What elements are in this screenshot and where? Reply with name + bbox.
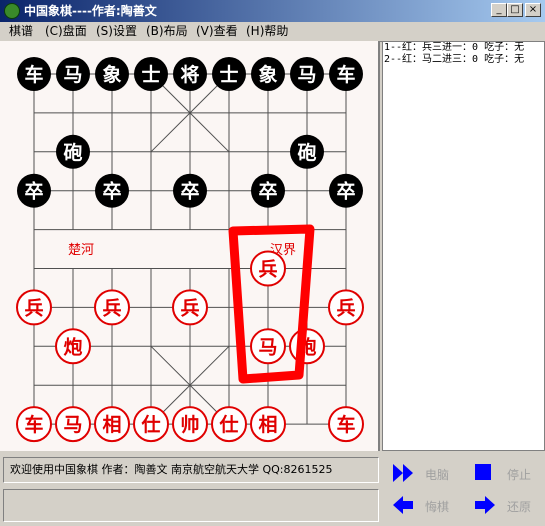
black-piece[interactable]: 车	[329, 57, 363, 91]
black-piece[interactable]: 象	[95, 57, 129, 91]
piece-label: 相	[258, 414, 277, 436]
black-piece[interactable]: 将	[173, 57, 207, 91]
piece-label: 仕	[140, 413, 160, 436]
red-piece[interactable]: 马	[250, 328, 286, 365]
status-message: 欢迎使用中国象棋 作者：陶善文 南京航空航天大学 QQ:8261525	[3, 457, 379, 483]
menu-qipu[interactable]: 棋谱	[9, 24, 33, 39]
river-label-chu: 楚河	[68, 242, 94, 257]
black-piece[interactable]: 卒	[95, 173, 129, 208]
move-entry[interactable]: 2--红：马二进三：0 吃子：无	[383, 54, 544, 66]
red-piece[interactable]: 兵	[328, 289, 364, 326]
stop-icon	[475, 464, 491, 480]
red-piece[interactable]: 兵	[16, 289, 52, 326]
piece-label: 马	[63, 414, 82, 436]
undo-button[interactable]: 悔棋	[391, 494, 461, 516]
move-list[interactable]: 1--红：兵三进一：0 吃子：无 2--红：马二进三：0 吃子：无	[382, 41, 545, 451]
piece-label: 兵	[102, 297, 121, 319]
black-piece[interactable]: 车	[17, 57, 51, 91]
piece-label: 兵	[336, 297, 355, 319]
red-piece[interactable]: 兵	[94, 289, 130, 326]
piece-label: 象	[258, 63, 277, 86]
red-piece[interactable]: 车	[328, 406, 364, 443]
arrow-left-icon	[393, 496, 413, 514]
title-bar: 中国象棋----作者:陶善文 _ □ ×	[0, 0, 545, 22]
piece-label: 卒	[336, 180, 355, 203]
menu-bar: 棋谱 (C)盘面 (S)设置 (B)布局 (V)查看 (H)帮助	[0, 22, 545, 42]
red-piece[interactable]: 炮	[55, 328, 91, 365]
stop-button[interactable]: 停止	[473, 462, 539, 484]
piece-label: 将	[180, 63, 199, 86]
black-piece[interactable]: 马	[56, 57, 90, 91]
black-piece[interactable]: 砲	[56, 134, 90, 169]
piece-label: 兵	[180, 297, 199, 319]
menu-board[interactable]: (C)盘面	[45, 24, 87, 39]
piece-label: 车	[336, 63, 355, 86]
red-piece[interactable]: 兵	[172, 289, 208, 326]
piece-label: 马	[258, 336, 277, 358]
piece-label: 仕	[218, 413, 238, 436]
piece-label: 象	[102, 63, 121, 86]
red-piece[interactable]: 相	[250, 406, 286, 443]
piece-label: 车	[336, 413, 355, 436]
piece-label: 马	[297, 64, 316, 86]
undo-label: 悔棋	[425, 500, 450, 514]
red-piece[interactable]: 车	[16, 406, 52, 443]
menu-settings[interactable]: (S)设置	[96, 24, 137, 39]
computer-label: 电脑	[425, 468, 450, 482]
menu-view[interactable]: (V)查看	[196, 24, 238, 39]
piece-label: 兵	[258, 259, 277, 281]
red-piece[interactable]: 炮	[289, 328, 325, 365]
app-icon	[4, 3, 20, 19]
piece-label: 车	[24, 413, 43, 436]
black-piece[interactable]: 象	[251, 57, 285, 91]
board-canvas[interactable]: 楚河 汉界 车马象士将士象马车砲 砲卒卒卒卒卒兵兵兵兵兵炮马炮车马相仕帅仕相车	[0, 41, 378, 451]
piece-label: 马	[63, 64, 82, 86]
black-piece[interactable]: 卒	[173, 173, 207, 208]
black-piece[interactable]: 卒	[329, 173, 363, 208]
maximize-button[interactable]: □	[507, 3, 523, 17]
minimize-button[interactable]: _	[491, 3, 507, 17]
red-piece[interactable]: 帅	[172, 406, 208, 443]
black-piece[interactable]: 砲	[290, 134, 324, 169]
computer-move-button[interactable]: 电脑	[391, 462, 461, 484]
piece-label: 砲	[297, 142, 316, 164]
piece-label: 炮	[63, 335, 82, 358]
piece-label: 车	[24, 63, 43, 86]
chess-board[interactable]: 楚河 汉界 车马象士将士象马车砲砲卒卒卒卒卒兵兵兵兵兵炮马炮车马相仕帅仕相车	[0, 41, 380, 451]
red-piece[interactable]: 相	[94, 406, 130, 443]
restore-label: 还原	[507, 500, 532, 514]
stop-label: 停止	[507, 468, 532, 482]
menu-help[interactable]: (H)帮助	[246, 24, 288, 39]
black-piece[interactable]: 卒	[17, 173, 51, 208]
piece-label: 相	[102, 414, 121, 436]
bottom-panel: 欢迎使用中国象棋 作者：陶善文 南京航空航天大学 QQ:8261525 电脑 停…	[0, 451, 545, 526]
red-piece[interactable]: 马	[55, 406, 91, 443]
close-button[interactable]: ×	[525, 3, 541, 17]
red-piece[interactable]: 兵	[250, 250, 286, 287]
move-entry[interactable]: 1--红：兵三进一：0 吃子：无	[383, 42, 544, 54]
red-piece[interactable]: 仕	[211, 406, 247, 443]
piece-label: 兵	[24, 297, 43, 319]
black-piece[interactable]: 马	[290, 57, 324, 91]
piece-label: 卒	[24, 180, 43, 203]
piece-label: 士	[219, 64, 238, 86]
piece-label: 帅	[180, 414, 199, 436]
status-message-secondary	[3, 489, 379, 522]
fast-forward-icon	[393, 464, 413, 482]
black-piece[interactable]: 士	[212, 57, 246, 91]
piece-label: 卒	[102, 180, 121, 203]
menu-layout[interactable]: (B)布局	[146, 24, 188, 39]
piece-label: 卒	[180, 180, 199, 203]
black-piece[interactable]: 士	[134, 57, 168, 91]
black-piece[interactable]: 卒	[251, 173, 285, 208]
piece-label: 士	[141, 64, 160, 86]
restore-button[interactable]: 还原	[473, 494, 539, 516]
piece-label: 卒	[258, 180, 277, 203]
arrow-right-icon	[475, 496, 495, 514]
piece-label: 砲	[63, 142, 82, 164]
red-piece[interactable]: 仕	[133, 406, 169, 443]
window-title: 中国象棋----作者:陶善文	[24, 4, 157, 18]
